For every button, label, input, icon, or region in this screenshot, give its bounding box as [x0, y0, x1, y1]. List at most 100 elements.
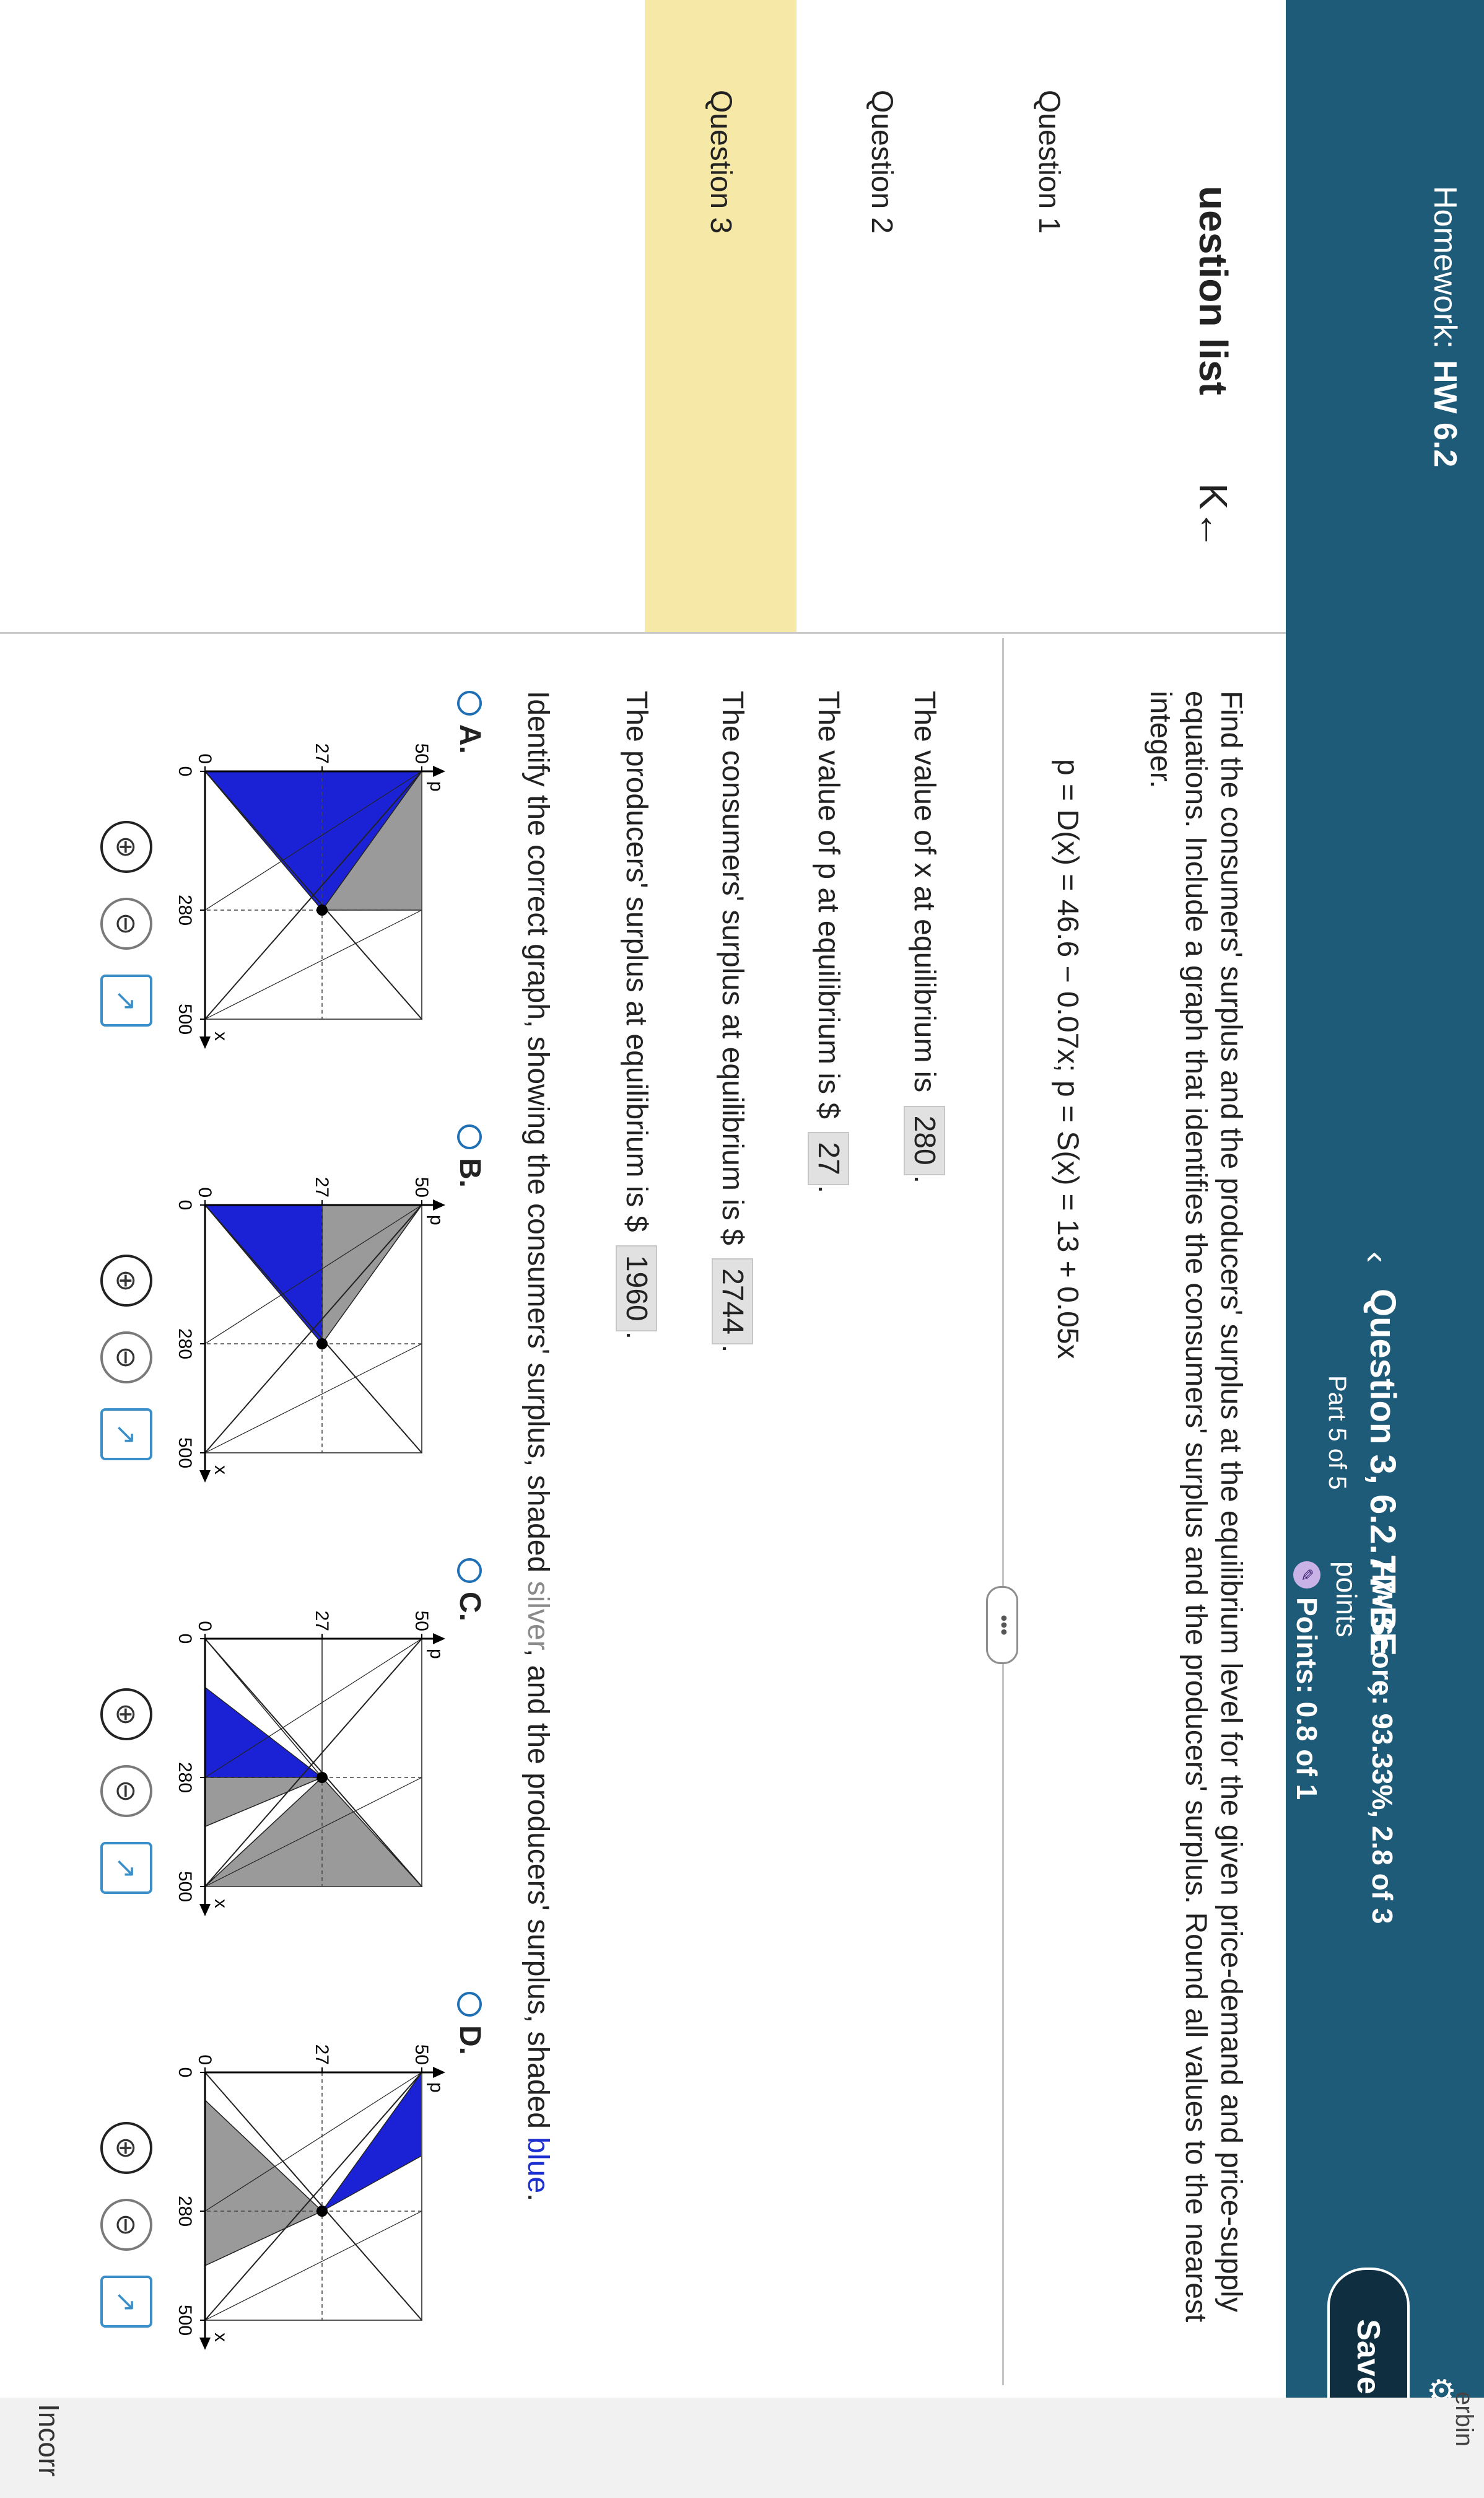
option-c-radio[interactable]: [457, 1558, 482, 1583]
sidebar-item-label: Question 1: [1032, 90, 1065, 234]
question-prompt: Find the consumers' surplus and the prod…: [1144, 691, 1247, 2323]
y-axis-arrow: [433, 2067, 445, 2078]
x-axis-arrow: [199, 1470, 211, 1483]
y-tick-label: 27: [312, 1177, 332, 1198]
equilibrium-point: [316, 2206, 328, 2217]
answer-box[interactable]: 1960: [616, 1245, 657, 1331]
identify-text-end: .: [522, 2193, 554, 2202]
expand-icon[interactable]: ↗: [100, 1408, 152, 1460]
sidebar-item-question-2[interactable]: Question 2: [806, 0, 958, 632]
option-letter: D.: [453, 2025, 486, 2055]
y-tick-label: 27: [312, 2044, 332, 2065]
option-c-label[interactable]: C.: [453, 1558, 487, 1621]
option-a-label[interactable]: A.: [453, 691, 487, 754]
question-list-title: uestion list: [1191, 186, 1236, 395]
sidebar-item-question-1[interactable]: Question 1: [973, 0, 1125, 632]
option-a-radio[interactable]: [457, 691, 482, 716]
expand-icon[interactable]: ↗: [100, 975, 152, 1027]
answer-box[interactable]: 280: [904, 1105, 945, 1175]
top-bar: Homework: HW 6.2 ‹ Question 3, 6.2.77-BE…: [1286, 0, 1484, 2498]
x-axis-label: x: [211, 1465, 231, 1475]
identify-text-mid: , and the producers' surplus, shaded: [522, 1648, 554, 2129]
option-b-graph: px0 27 500280500: [175, 1177, 447, 1483]
y-axis-arrow: [433, 1199, 445, 1211]
answer-box[interactable]: 2744: [712, 1258, 753, 1345]
y-axis-arrow: [433, 1633, 445, 1644]
answer-producers-surplus: The producers' surplus at equilibrium is…: [616, 691, 657, 1339]
y-tick-label: 0: [194, 1621, 215, 1631]
x-axis-label: x: [211, 1032, 231, 1041]
zoom-out-icon[interactable]: ⊖: [100, 1765, 152, 1817]
answer-text: The consumers' surplus at equilibrium is: [716, 691, 749, 1221]
option-c[interactable]: C. p x 0 27 50 0 280 500 ⊕ ⊖ ↗: [16, 1558, 487, 2004]
option-c-tools: ⊕ ⊖ ↗: [97, 1688, 152, 2035]
prev-question-icon[interactable]: ‹: [1357, 1251, 1397, 1263]
zoom-out-icon[interactable]: ⊖: [100, 898, 152, 950]
hw-score-unit: points: [1330, 1561, 1363, 1637]
x-tick-label: 280: [175, 1328, 195, 1359]
y-tick-label: 50: [411, 1611, 432, 1631]
x-tick-label: 500: [175, 1004, 195, 1035]
zoom-in-icon[interactable]: ⊕: [100, 1255, 152, 1307]
x-axis-arrow: [199, 1904, 211, 1916]
y-tick-label: 0: [194, 753, 215, 764]
x-tick-label: 280: [175, 895, 195, 926]
option-d-label[interactable]: D.: [453, 1992, 487, 2055]
collapse-sidebar-icon[interactable]: K←: [1190, 483, 1236, 550]
answer-box[interactable]: 27: [808, 1132, 849, 1185]
answer-text: The value of p at equilibrium is: [812, 691, 845, 1094]
option-b-label[interactable]: B.: [453, 1124, 487, 1188]
homework-label: Homework:: [1427, 186, 1464, 349]
option-b[interactable]: B. p x 0 27 50 0 280 500 ⊕ ⊖ ↗: [16, 1124, 487, 1571]
x-tick-label: 280: [175, 1762, 195, 1793]
x-tick-label: 280: [175, 2196, 195, 2227]
zoom-out-icon[interactable]: ⊖: [100, 2199, 152, 2251]
y-tick-label: 50: [411, 743, 432, 764]
homework-name: HW 6.2: [1427, 359, 1464, 468]
zoom-in-icon[interactable]: ⊕: [100, 2122, 152, 2174]
option-a-graph: px0 27 500280500: [175, 743, 447, 1049]
identify-blue-word: blue: [522, 2137, 554, 2194]
y-tick-label: 0: [194, 2054, 215, 2065]
zoom-in-icon[interactable]: ⊕: [100, 821, 152, 873]
x-axis-arrow: [199, 1036, 211, 1049]
answer-prefix: $: [812, 1102, 845, 1120]
zoom-out-icon[interactable]: ⊖: [100, 1331, 152, 1383]
points-row: ✎ Points: 0.8 of 1: [1289, 1561, 1325, 1924]
zoom-in-icon[interactable]: ⊕: [100, 1688, 152, 1740]
x-axis-label: x: [211, 1899, 231, 1908]
expand-icon[interactable]: ↗: [100, 2276, 152, 2328]
option-b-tools: ⊕ ⊖ ↗: [97, 1255, 152, 1602]
sidebar-item-label: Question 3: [704, 90, 737, 234]
consumers-surplus-region: [204, 2099, 323, 2267]
y-axis-label: p: [426, 2082, 447, 2093]
y-axis-label: p: [426, 781, 447, 792]
x-tick-label: 0: [175, 1634, 195, 1644]
question-part: Part 5 of 5: [1324, 1375, 1351, 1490]
option-letter: C.: [453, 1592, 486, 1621]
option-d[interactable]: D. p x 0 27 50 0 280 500 ⊕ ⊖ ↗: [16, 1992, 487, 2438]
x-axis-arrow: [199, 2338, 211, 2350]
y-axis-arrow: [433, 766, 445, 777]
x-tick-label: 0: [175, 2067, 195, 2078]
expand-more-button[interactable]: •••: [986, 1586, 1018, 1664]
helper-line-2: [204, 909, 422, 1020]
user-menu[interactable]: erbin: [1450, 2391, 1478, 2447]
question-panel: Find the consumers' surplus and the prod…: [0, 632, 1286, 2398]
option-d-radio[interactable]: [457, 1992, 482, 2017]
homework-title: Homework: HW 6.2: [1407, 186, 1484, 467]
consumers-surplus-region: [321, 1204, 423, 1346]
y-tick-label: 50: [411, 2044, 432, 2065]
sidebar-item-question-3[interactable]: Question 3: [645, 0, 797, 632]
equilibrium-point: [316, 1772, 328, 1783]
option-a[interactable]: A. p x 0 27 50 0 280 500 ⊕ ⊖ ↗: [16, 691, 487, 1137]
x-axis-label: x: [211, 2333, 231, 2342]
option-d-graph: px0 27 500280500: [175, 2044, 447, 2350]
answer-p: The value of p at equilibrium is $ 27.: [808, 691, 849, 1193]
divider: [1002, 638, 1004, 2385]
question-equation: p = D(x) = 46.6 − 0.07x; p = S(x) = 13 +…: [1051, 759, 1084, 1359]
hw-score-text: HW Score: 93.33%, 2.8 of 3: [1366, 1561, 1399, 1924]
expand-icon[interactable]: ↗: [100, 1842, 152, 1894]
option-b-radio[interactable]: [457, 1124, 482, 1149]
x-tick-label: 500: [175, 1437, 195, 1468]
